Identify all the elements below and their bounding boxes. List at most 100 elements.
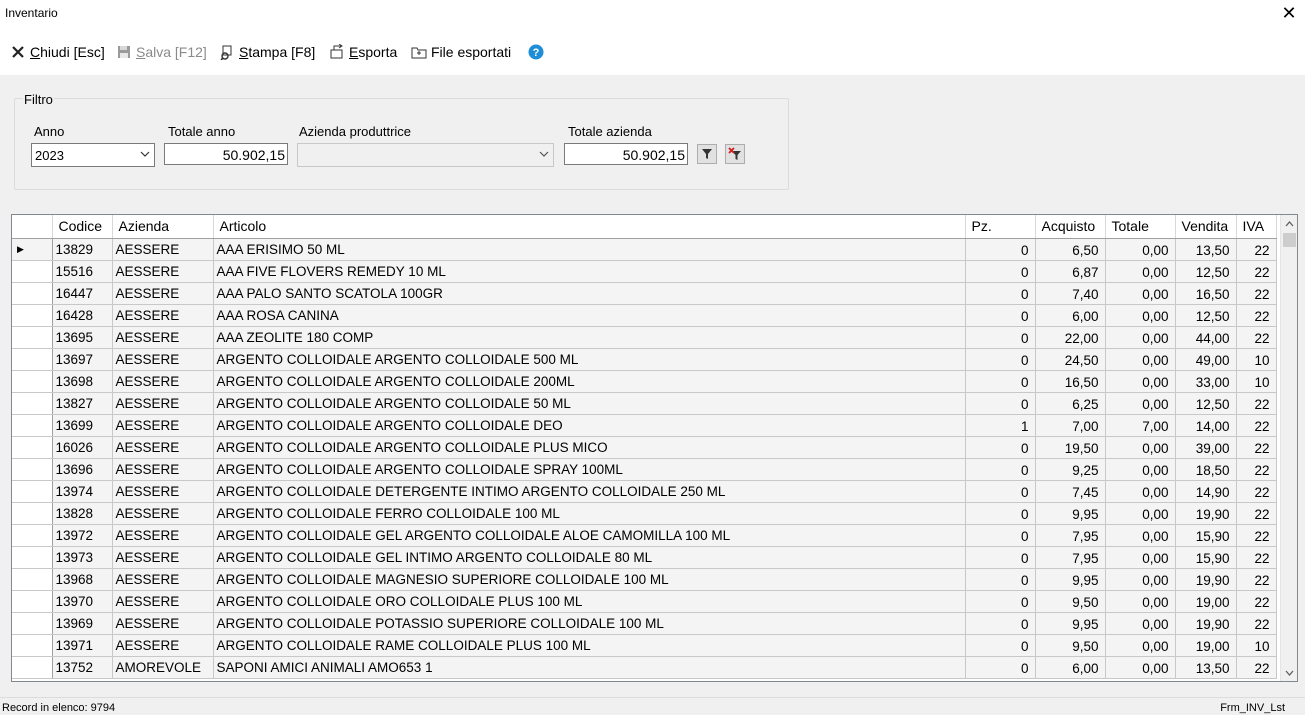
cell-vendita[interactable]: 12,50 — [1175, 260, 1237, 283]
row-header[interactable] — [12, 634, 53, 657]
cell-vendita[interactable]: 13,50 — [1175, 238, 1237, 261]
cell-vendita[interactable]: 14,00 — [1175, 414, 1237, 437]
cell-azienda[interactable]: AESSERE — [112, 590, 214, 613]
column-header-acquisto[interactable]: Acquisto — [1035, 215, 1106, 239]
cell-azienda[interactable]: AESSERE — [112, 524, 214, 547]
column-header-articolo[interactable]: Articolo — [213, 215, 966, 239]
table-row[interactable]: 13697 AESSERE ARGENTO COLLOIDALE ARGENTO C… — [12, 348, 1277, 371]
cell-articolo[interactable]: ARGENTO COLLOIDALE FERRO COLLOIDALE 100 … — [213, 502, 966, 525]
cell-acquisto[interactable]: 6,87 — [1035, 260, 1106, 283]
row-header[interactable] — [12, 370, 53, 393]
cell-totale[interactable]: 0,00 — [1105, 480, 1176, 503]
cell-pz[interactable]: 1 — [965, 414, 1036, 437]
cell-pz[interactable]: 0 — [965, 326, 1036, 349]
row-header[interactable] — [12, 524, 53, 547]
cell-iva[interactable]: 22 — [1236, 502, 1277, 525]
cell-articolo[interactable]: ARGENTO COLLOIDALE MAGNESIO SUPERIORE CO… — [213, 568, 966, 591]
cell-vendita[interactable]: 12,50 — [1175, 392, 1237, 415]
cell-vendita[interactable]: 44,00 — [1175, 326, 1237, 349]
cell-codice[interactable]: 13695 — [52, 326, 113, 349]
cell-totale[interactable]: 0,00 — [1105, 392, 1176, 415]
scroll-down-icon[interactable] — [1281, 664, 1297, 681]
table-row[interactable]: 13828 AESSERE ARGENTO COLLOIDALE FERRO COL… — [12, 502, 1277, 525]
cell-codice[interactable]: 13696 — [52, 458, 113, 481]
cell-vendita[interactable]: 14,90 — [1175, 480, 1237, 503]
row-header[interactable] — [12, 436, 53, 459]
cell-articolo[interactable]: ARGENTO COLLOIDALE DETERGENTE INTIMO ARG… — [213, 480, 966, 503]
total-company-field[interactable]: 50.902,15 — [564, 143, 688, 165]
column-header-iva[interactable]: IVA — [1236, 215, 1277, 239]
year-select[interactable]: 2023 — [31, 143, 155, 167]
table-row[interactable]: 13971 AESSERE ARGENTO COLLOIDALE RAME COLL… — [12, 634, 1277, 657]
cell-codice[interactable]: 13698 — [52, 370, 113, 393]
cell-acquisto[interactable]: 7,45 — [1035, 480, 1106, 503]
cell-azienda[interactable]: AESSERE — [112, 634, 214, 657]
cell-vendita[interactable]: 33,00 — [1175, 370, 1237, 393]
table-row[interactable]: 13973 AESSERE ARGENTO COLLOIDALE GEL INTIM… — [12, 546, 1277, 569]
cell-pz[interactable]: 0 — [965, 612, 1036, 635]
cell-codice[interactable]: 16447 — [52, 282, 113, 305]
cell-codice[interactable]: 13827 — [52, 392, 113, 415]
cell-azienda[interactable]: AESSERE — [112, 458, 214, 481]
row-header[interactable] — [12, 458, 53, 481]
cell-azienda[interactable]: AESSERE — [112, 568, 214, 591]
cell-articolo[interactable]: ARGENTO COLLOIDALE POTASSIO SUPERIORE CO… — [213, 612, 966, 635]
cell-iva[interactable]: 22 — [1236, 238, 1277, 261]
cell-codice[interactable]: 13969 — [52, 612, 113, 635]
row-header[interactable] — [12, 480, 53, 503]
row-header[interactable] — [12, 304, 53, 327]
cell-acquisto[interactable]: 19,50 — [1035, 436, 1106, 459]
cell-vendita[interactable]: 49,00 — [1175, 348, 1237, 371]
apply-filter-button[interactable] — [697, 144, 717, 164]
cell-totale[interactable]: 0,00 — [1105, 634, 1176, 657]
cell-pz[interactable]: 0 — [965, 502, 1036, 525]
cell-codice[interactable]: 16026 — [52, 436, 113, 459]
row-header[interactable] — [12, 590, 53, 613]
cell-iva[interactable]: 22 — [1236, 480, 1277, 503]
scrollbar-thumb[interactable] — [1283, 233, 1296, 247]
cell-acquisto[interactable]: 6,00 — [1035, 304, 1106, 327]
cell-articolo[interactable]: AAA FIVE FLOVERS REMEDY 10 ML — [213, 260, 966, 283]
cell-azienda[interactable]: AESSERE — [112, 304, 214, 327]
cell-articolo[interactable]: ARGENTO COLLOIDALE RAME COLLOIDALE PLUS … — [213, 634, 966, 657]
cell-vendita[interactable]: 18,50 — [1175, 458, 1237, 481]
cell-azienda[interactable]: AESSERE — [112, 282, 214, 305]
cell-azienda[interactable]: AESSERE — [112, 414, 214, 437]
cell-totale[interactable]: 0,00 — [1105, 458, 1176, 481]
table-row[interactable]: 13699 AESSERE ARGENTO COLLOIDALE ARGENTO C… — [12, 414, 1277, 437]
cell-pz[interactable]: 0 — [965, 392, 1036, 415]
cell-iva[interactable]: 22 — [1236, 414, 1277, 437]
table-row[interactable]: 13695 AESSERE AAA ZEOLITE 180 COMP 0 22,00 0,… — [12, 326, 1277, 349]
cell-codice[interactable]: 13970 — [52, 590, 113, 613]
cell-azienda[interactable]: AESSERE — [112, 260, 214, 283]
cell-totale[interactable]: 0,00 — [1105, 524, 1176, 547]
cell-acquisto[interactable]: 6,25 — [1035, 392, 1106, 415]
cell-articolo[interactable]: AAA ERISIMO 50 ML — [213, 238, 966, 261]
column-header-vendita[interactable]: Vendita — [1175, 215, 1237, 239]
print-button[interactable]: Stampa [F8] — [219, 42, 315, 62]
cell-totale[interactable]: 0,00 — [1105, 436, 1176, 459]
cell-articolo[interactable]: ARGENTO COLLOIDALE ARGENTO COLLOIDALE 50… — [213, 348, 966, 371]
save-button[interactable]: Salva [F12] — [116, 42, 207, 62]
cell-totale[interactable]: 0,00 — [1105, 546, 1176, 569]
row-header[interactable] — [12, 392, 53, 415]
cell-azienda[interactable]: AESSERE — [112, 392, 214, 415]
cell-azienda[interactable]: AESSERE — [112, 502, 214, 525]
table-row[interactable]: 13696 AESSERE ARGENTO COLLOIDALE ARGENTO C… — [12, 458, 1277, 481]
cell-iva[interactable]: 22 — [1236, 568, 1277, 591]
cell-totale[interactable]: 0,00 — [1105, 502, 1176, 525]
cell-totale[interactable]: 0,00 — [1105, 568, 1176, 591]
cell-codice[interactable]: 13971 — [52, 634, 113, 657]
table-row[interactable]: 13974 AESSERE ARGENTO COLLOIDALE DETERGENT… — [12, 480, 1277, 503]
cell-pz[interactable]: 0 — [965, 568, 1036, 591]
table-row[interactable]: 13827 AESSERE ARGENTO COLLOIDALE ARGENTO C… — [12, 392, 1277, 415]
row-header[interactable]: ▶ — [12, 238, 53, 261]
cell-pz[interactable]: 0 — [965, 524, 1036, 547]
cell-iva[interactable]: 22 — [1236, 326, 1277, 349]
cell-vendita[interactable]: 12,50 — [1175, 304, 1237, 327]
cell-totale[interactable]: 0,00 — [1105, 326, 1176, 349]
cell-articolo[interactable]: ARGENTO COLLOIDALE GEL INTIMO ARGENTO CO… — [213, 546, 966, 569]
exported-files-button[interactable]: File esportati — [411, 42, 511, 62]
cell-pz[interactable]: 0 — [965, 282, 1036, 305]
cell-azienda[interactable]: AMOREVOLE — [112, 656, 214, 679]
